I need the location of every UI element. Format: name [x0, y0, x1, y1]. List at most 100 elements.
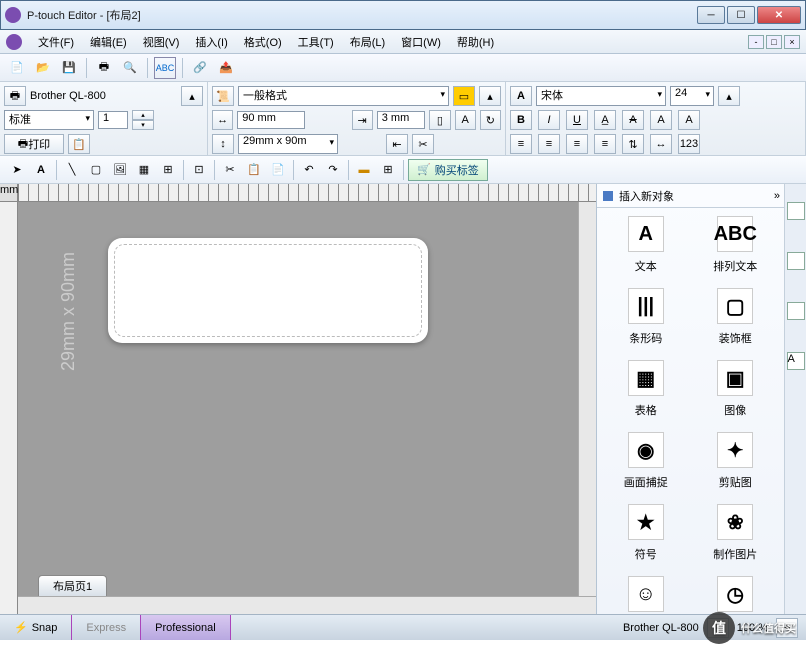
font-combo[interactable]: 宋体: [536, 86, 666, 106]
margin-input[interactable]: 3 mm: [377, 111, 426, 129]
insert-object-item[interactable]: ABC排列文本: [700, 216, 770, 274]
menu-file[interactable]: 文件(F): [30, 32, 82, 52]
label-shape[interactable]: [108, 238, 428, 343]
align-left-icon[interactable]: ≡: [510, 134, 532, 154]
mode-snap[interactable]: ⚡ Snap: [0, 615, 72, 640]
cut-icon[interactable]: ✂: [412, 134, 434, 154]
menu-layout[interactable]: 布局(L): [342, 32, 393, 52]
mdi-minimize-button[interactable]: -: [748, 35, 764, 49]
strike-button[interactable]: A: [622, 110, 644, 130]
underline-button[interactable]: U: [566, 110, 588, 130]
scrollbar-vertical[interactable]: [578, 202, 596, 596]
page-tab[interactable]: 布局页1: [38, 575, 107, 596]
canvas[interactable]: 29mm x 90mm 布局页1: [18, 202, 596, 614]
app-menu-icon[interactable]: [6, 34, 22, 50]
insert-object-item[interactable]: ▣图像: [700, 360, 770, 418]
scrollbar-horizontal[interactable]: [18, 596, 596, 614]
rect-tool-icon[interactable]: ▢: [85, 159, 107, 181]
print-icon[interactable]: 🖶: [93, 57, 115, 79]
italic-button[interactable]: I: [538, 110, 560, 130]
outline-button[interactable]: A: [650, 110, 672, 130]
print-button[interactable]: 🖶 打印: [4, 134, 64, 154]
spacing-icon[interactable]: ↔: [650, 134, 672, 154]
feed-icon[interactable]: ⇤: [386, 134, 408, 154]
bold-button[interactable]: B: [510, 110, 532, 130]
collapse-icon[interactable]: ▴: [718, 86, 740, 106]
rotate-icon[interactable]: ↻: [480, 110, 501, 130]
tab-text-icon[interactable]: A: [787, 352, 805, 370]
menu-tools[interactable]: 工具(T): [290, 32, 342, 52]
tab-history-icon[interactable]: [787, 302, 805, 320]
align-right-icon[interactable]: ≡: [566, 134, 588, 154]
align-center-icon[interactable]: ≡: [538, 134, 560, 154]
menu-window[interactable]: 窗口(W): [393, 32, 449, 52]
mdi-restore-button[interactable]: □: [766, 35, 782, 49]
org-tool-icon[interactable]: ⊞: [157, 159, 179, 181]
group-icon[interactable]: ⊞: [377, 159, 399, 181]
new-icon[interactable]: 📄: [6, 57, 28, 79]
copy-icon[interactable]: 📋: [243, 159, 265, 181]
tab-properties-icon[interactable]: [787, 202, 805, 220]
insert-object-item[interactable]: ▢装饰框: [700, 288, 770, 346]
preset-combo[interactable]: 标准: [4, 110, 94, 130]
insert-object-item[interactable]: ✦剪贴图: [700, 432, 770, 490]
image-tool-icon[interactable]: 🖼: [109, 159, 131, 181]
mode-professional[interactable]: Professional: [141, 615, 231, 640]
buy-labels-button[interactable]: 🛒 购买标签: [408, 159, 488, 181]
insert-object-item[interactable]: ★符号: [611, 504, 681, 562]
align-justify-icon[interactable]: ≡: [594, 134, 616, 154]
save-icon[interactable]: 💾: [58, 57, 80, 79]
link-icon[interactable]: 🔗: [189, 57, 211, 79]
font-panel-icon[interactable]: A: [510, 86, 532, 106]
menu-help[interactable]: 帮助(H): [449, 32, 502, 52]
menu-insert[interactable]: 插入(I): [187, 32, 235, 52]
numbering-icon[interactable]: 123: [678, 134, 700, 154]
width-input[interactable]: 90 mm: [237, 111, 305, 129]
expand-icon[interactable]: »: [774, 190, 778, 202]
orientation-landscape-icon[interactable]: ▭: [453, 86, 475, 106]
fill-color-icon[interactable]: ▬: [353, 159, 375, 181]
vertical-text-icon[interactable]: ⇅: [622, 134, 644, 154]
insert-object-item[interactable]: ◉画面捕捉: [611, 432, 681, 490]
undo-icon[interactable]: ↶: [298, 159, 320, 181]
format-combo[interactable]: 一般格式: [238, 86, 449, 106]
collapse-icon[interactable]: ▴: [181, 86, 203, 106]
menu-view[interactable]: 视图(V): [135, 32, 188, 52]
printer-icon[interactable]: 🖶: [4, 86, 26, 106]
text-tool-icon[interactable]: A: [30, 159, 52, 181]
copies-input[interactable]: 1: [98, 111, 128, 129]
font-color-button[interactable]: A̲: [594, 110, 616, 130]
insert-object-item[interactable]: ❀制作图片: [700, 504, 770, 562]
snap-tool-icon[interactable]: ⊡: [188, 159, 210, 181]
size-combo[interactable]: 29mm x 90m: [238, 134, 338, 154]
print-options-icon[interactable]: 📋: [68, 134, 90, 154]
line-tool-icon[interactable]: ╲: [61, 159, 83, 181]
menu-edit[interactable]: 编辑(E): [82, 32, 135, 52]
open-icon[interactable]: 📂: [32, 57, 54, 79]
orientation-portrait-icon[interactable]: ▯: [429, 110, 450, 130]
shadow-button[interactable]: A: [678, 110, 700, 130]
pointer-tool-icon[interactable]: ➤: [6, 159, 28, 181]
transfer-icon[interactable]: 📤: [215, 57, 237, 79]
text-field-icon[interactable]: ABC: [154, 57, 176, 79]
menu-format[interactable]: 格式(O): [236, 32, 290, 52]
copies-up[interactable]: ▴: [132, 110, 154, 120]
copies-down[interactable]: ▾: [132, 120, 154, 130]
table-tool-icon[interactable]: ▦: [133, 159, 155, 181]
mode-express[interactable]: Express: [72, 615, 141, 640]
insert-object-item[interactable]: |||条形码: [611, 288, 681, 346]
collapse-icon[interactable]: ▴: [479, 86, 501, 106]
insert-object-item[interactable]: ▦表格: [611, 360, 681, 418]
insert-object-item[interactable]: ☺合成画面: [611, 576, 681, 614]
mdi-close-button[interactable]: ×: [784, 35, 800, 49]
minimize-button[interactable]: ─: [697, 6, 725, 24]
insert-object-item[interactable]: ◷日期和时间: [700, 576, 770, 614]
redo-icon[interactable]: ↷: [322, 159, 344, 181]
cut-icon[interactable]: ✂: [219, 159, 241, 181]
paste-icon[interactable]: 📄: [267, 159, 289, 181]
insert-object-item[interactable]: A文本: [611, 216, 681, 274]
preview-icon[interactable]: 🔍: [119, 57, 141, 79]
close-button[interactable]: ✕: [757, 6, 801, 24]
tab-clipart-icon[interactable]: [787, 252, 805, 270]
maximize-button[interactable]: ☐: [727, 6, 755, 24]
